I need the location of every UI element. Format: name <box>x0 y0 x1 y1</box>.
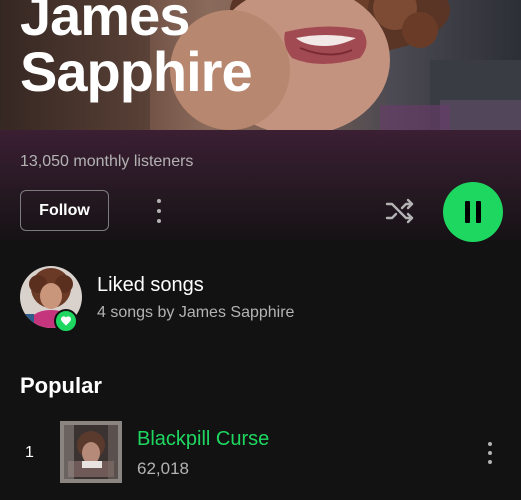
more-options-icon[interactable] <box>148 196 170 226</box>
track-row[interactable]: 1 Blackpill Curse 62,018 <box>0 418 521 486</box>
artist-name: James Sapphire <box>20 0 253 103</box>
play-pause-button[interactable] <box>443 182 503 242</box>
popular-heading: Popular <box>20 373 102 398</box>
artist-name-line-1: James <box>20 0 190 47</box>
liked-songs-title[interactable]: Liked songs <box>97 274 204 297</box>
monthly-listeners: 13,050 monthly listeners <box>20 153 194 170</box>
artist-page: James Sapphire 13,050 monthly listeners … <box>0 0 521 500</box>
track-title: Blackpill Curse <box>137 428 270 450</box>
track-play-count: 62,018 <box>137 459 189 478</box>
follow-button[interactable]: Follow <box>20 190 109 231</box>
pause-icon <box>465 201 470 223</box>
track-cover-art <box>60 421 122 483</box>
shuffle-icon[interactable] <box>383 194 417 228</box>
track-rank: 1 <box>25 444 34 461</box>
liked-songs-subtitle: 4 songs by James Sapphire <box>97 304 295 321</box>
heart-icon <box>54 309 78 333</box>
artist-header-image: James Sapphire <box>0 0 521 130</box>
track-more-options-icon[interactable] <box>479 440 501 466</box>
artist-name-line-2: Sapphire <box>20 40 253 103</box>
